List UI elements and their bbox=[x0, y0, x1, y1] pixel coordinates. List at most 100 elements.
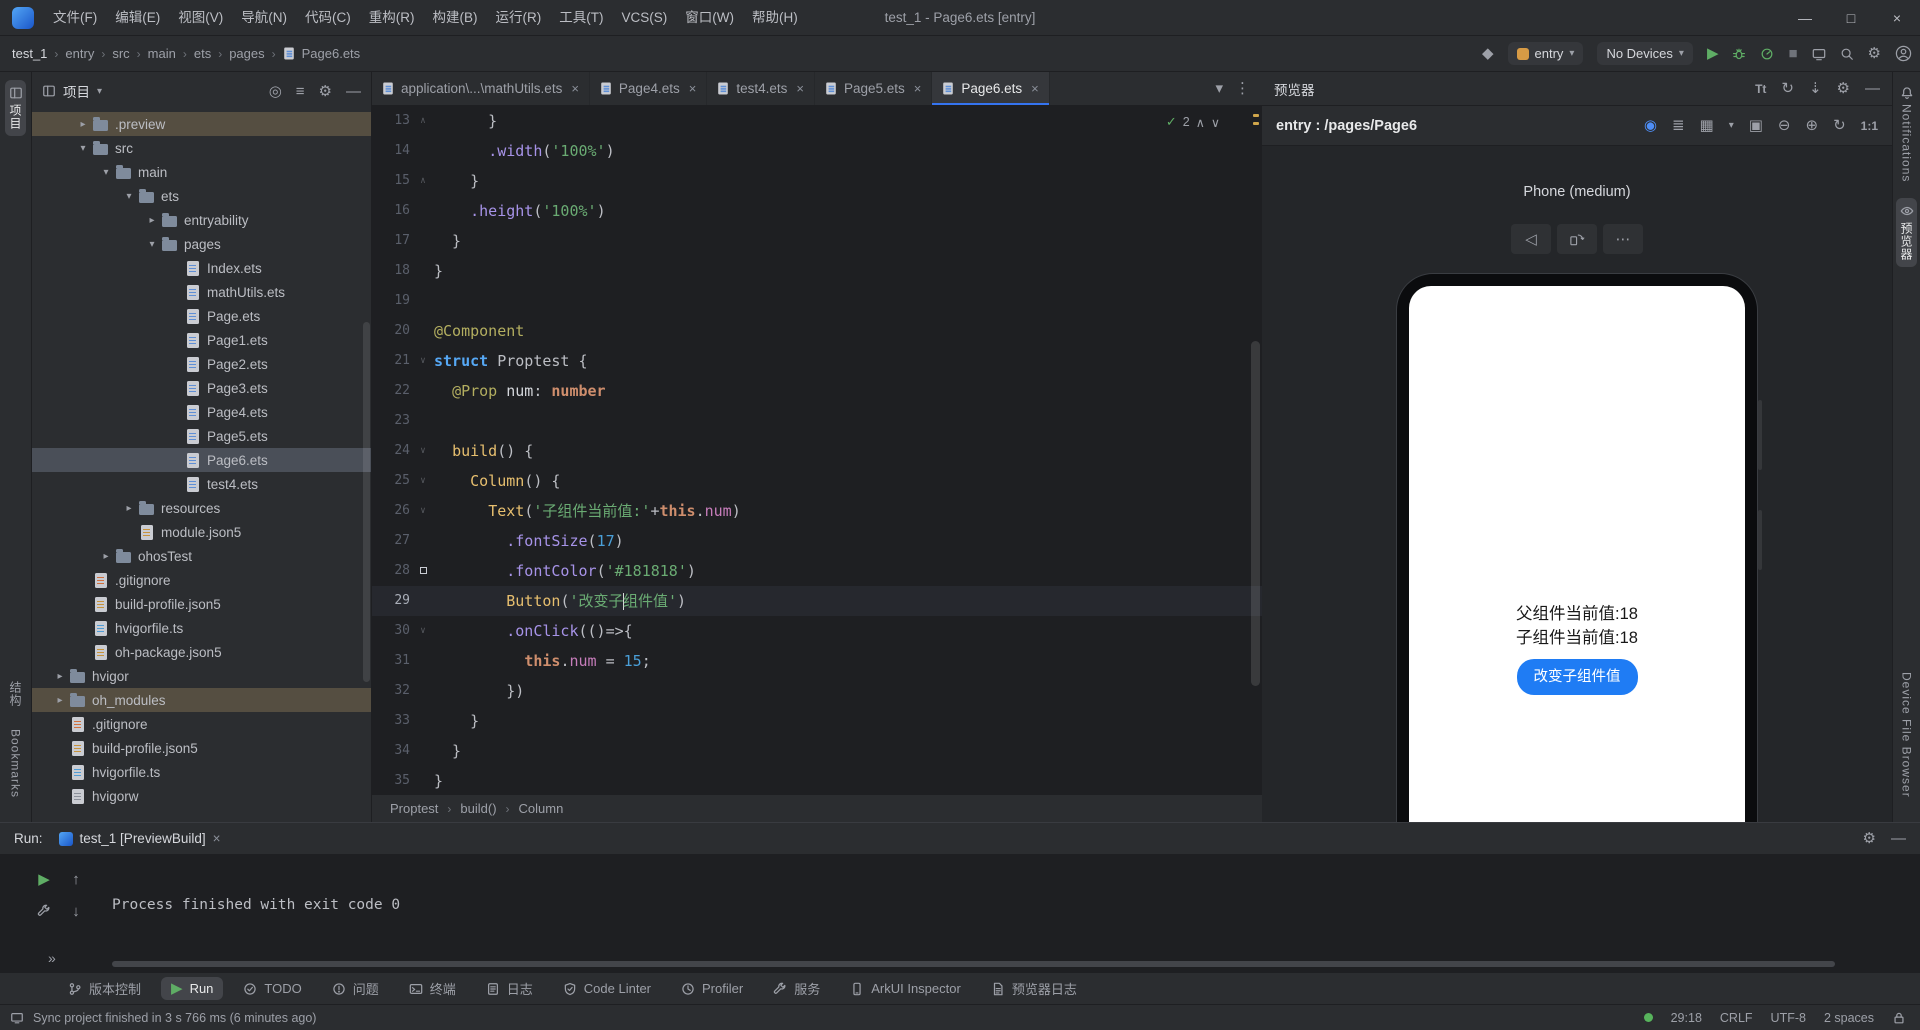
device-manager-icon[interactable] bbox=[1812, 47, 1826, 61]
tree-item-ets[interactable]: ▾ ets bbox=[32, 184, 371, 208]
collapse-all-icon[interactable]: ≡ bbox=[296, 84, 305, 99]
chevron-icon[interactable]: ▾ bbox=[120, 191, 138, 202]
profiler-button[interactable] bbox=[1760, 47, 1774, 61]
tree-item-ohosTest[interactable]: ▸ ohosTest bbox=[32, 544, 371, 568]
chevron-icon[interactable]: ▸ bbox=[143, 215, 161, 226]
hide-icon[interactable]: — bbox=[1891, 831, 1906, 846]
editor-breadcrumb-item[interactable]: Column bbox=[519, 801, 564, 816]
close-icon[interactable]: × bbox=[914, 81, 922, 96]
tool-window-button-日志[interactable]: 日志 bbox=[476, 975, 543, 1002]
code-line-30[interactable]: 30 ∨ .onClick(()=>{ bbox=[372, 616, 1262, 646]
code-line-28[interactable]: 28 .fontColor('#181818') bbox=[372, 556, 1262, 586]
stop-button[interactable]: ■ bbox=[1788, 46, 1797, 61]
more-h-button[interactable]: ⋯ bbox=[1603, 224, 1643, 254]
code-line-32[interactable]: 32 }) bbox=[372, 676, 1262, 706]
tool-window-button-服务[interactable]: 服务 bbox=[763, 975, 830, 1002]
chevron-icon[interactable]: ▸ bbox=[74, 119, 92, 130]
maximize-button[interactable]: □ bbox=[1828, 0, 1874, 36]
breadcrumb-item[interactable]: Page6.ets bbox=[302, 46, 361, 61]
code-line-22[interactable]: 22 @Prop num: number bbox=[372, 376, 1262, 406]
tree-item-mathUtils.ets[interactable]: mathUtils.ets bbox=[32, 280, 371, 304]
hide-icon[interactable]: — bbox=[1865, 81, 1880, 96]
code-line-20[interactable]: 20 @Component bbox=[372, 316, 1262, 346]
tab-Page4.ets[interactable]: Page4.ets × bbox=[590, 72, 708, 105]
close-icon[interactable]: × bbox=[689, 81, 697, 96]
menu-VCS[interactable]: VCS(S) bbox=[613, 0, 677, 36]
tab-Page5.ets[interactable]: Page5.ets × bbox=[815, 72, 933, 105]
tree-item-Page5.ets[interactable]: Page5.ets bbox=[32, 424, 371, 448]
menu-重构[interactable]: 重构(R) bbox=[360, 0, 424, 36]
editor-breadcrumb-item[interactable]: Proptest bbox=[390, 801, 438, 816]
gear-icon[interactable]: ⚙ bbox=[1837, 81, 1850, 96]
tree-item-oh_modules[interactable]: ▸ oh_modules bbox=[32, 688, 371, 712]
tool-window-button-Run[interactable]: ▶ Run bbox=[161, 977, 224, 1000]
chevron-icon[interactable]: ▸ bbox=[97, 551, 115, 562]
encoding[interactable]: UTF-8 bbox=[1771, 1011, 1806, 1025]
zoom-in-icon[interactable]: ⊕ bbox=[1806, 118, 1819, 133]
code-line-23[interactable]: 23 bbox=[372, 406, 1262, 436]
tool-switcher-icon[interactable] bbox=[10, 1011, 24, 1025]
tab-application\...\mathUtils.ets[interactable]: application\...\mathUtils.ets × bbox=[372, 72, 590, 105]
chevron-icon[interactable]: ▸ bbox=[51, 671, 69, 682]
warning-stripe-mark[interactable] bbox=[1253, 122, 1259, 125]
chevron-icon[interactable]: ▸ bbox=[51, 695, 69, 706]
menu-编辑[interactable]: 编辑(E) bbox=[106, 0, 169, 36]
tree-item-hvigorw[interactable]: hvigorw bbox=[32, 784, 371, 808]
grid-icon[interactable]: ▦ bbox=[1700, 118, 1714, 133]
next-problem-icon[interactable]: ∨ bbox=[1211, 115, 1220, 130]
code-line-17[interactable]: 17 } bbox=[372, 226, 1262, 256]
zoom-out-icon[interactable]: ⊖ bbox=[1778, 118, 1791, 133]
locate-icon[interactable]: ◎ bbox=[269, 84, 282, 99]
menu-文件[interactable]: 文件(F) bbox=[44, 0, 106, 36]
refresh-icon[interactable]: ↻ bbox=[1781, 81, 1794, 96]
run-tab[interactable]: test_1 [PreviewBuild] × bbox=[58, 831, 221, 846]
tree-item-Page2.ets[interactable]: Page2.ets bbox=[32, 352, 371, 376]
close-icon[interactable]: × bbox=[571, 81, 579, 96]
tool-window-button-终端[interactable]: 终端 bbox=[399, 975, 466, 1002]
chev-down-icon[interactable]: ▾ bbox=[1729, 120, 1734, 131]
tree-item-oh-package.json5[interactable]: oh-package.json5 bbox=[32, 640, 371, 664]
menu-代码[interactable]: 代码(C) bbox=[296, 0, 360, 36]
editor-scrollbar[interactable] bbox=[1251, 341, 1260, 686]
editor-breadcrumb-item[interactable]: build() bbox=[460, 801, 496, 816]
breadcrumb-item[interactable]: entry bbox=[65, 46, 94, 61]
tree-item-hvigorfile.ts[interactable]: hvigorfile.ts bbox=[32, 760, 371, 784]
avatar-icon[interactable] bbox=[1895, 45, 1912, 62]
debug-button[interactable] bbox=[1732, 47, 1746, 61]
chevron-icon[interactable]: ▾ bbox=[97, 167, 115, 178]
settings-icon[interactable]: ⚙ bbox=[1868, 46, 1881, 61]
tool-window-button-ArkUI Inspector[interactable]: ArkUI Inspector bbox=[840, 977, 971, 1000]
tree-item-entryability[interactable]: ▸ entryability bbox=[32, 208, 371, 232]
tool-window-Notifications[interactable]: Notifications bbox=[1898, 80, 1916, 188]
tree-item-Page.ets[interactable]: Page.ets bbox=[32, 304, 371, 328]
one-to-one-icon[interactable]: 1:1 bbox=[1861, 120, 1878, 132]
tool-window-预览器[interactable]: 预览器 bbox=[1896, 198, 1917, 268]
menu-工具[interactable]: 工具(T) bbox=[550, 0, 612, 36]
project-scrollbar[interactable] bbox=[363, 322, 370, 682]
code-line-21[interactable]: 21 ∨ struct Proptest { bbox=[372, 346, 1262, 376]
project-panel-title[interactable]: 项目 bbox=[63, 81, 90, 101]
tool-window-结构[interactable]: 结构 bbox=[5, 675, 26, 713]
collapse-icon[interactable]: ⇣ bbox=[1809, 81, 1822, 96]
close-icon[interactable]: × bbox=[1031, 81, 1039, 96]
tree-item-.gitignore[interactable]: .gitignore bbox=[32, 712, 371, 736]
code-editor[interactable]: 13 ∧ } 14 .width('100%') 15 ∧ } 16 .height('1… bbox=[372, 106, 1262, 794]
run-config-selector[interactable]: entry ▾ bbox=[1507, 42, 1584, 65]
rotate-device-button[interactable] bbox=[1557, 224, 1597, 254]
tree-item-Page3.ets[interactable]: Page3.ets bbox=[32, 376, 371, 400]
chev-down-icon[interactable]: ▾ bbox=[1215, 81, 1223, 96]
lock-icon[interactable] bbox=[1892, 1011, 1906, 1025]
frame-icon[interactable]: ▣ bbox=[1749, 118, 1763, 133]
tree-item-main[interactable]: ▾ main bbox=[32, 160, 371, 184]
caret-position[interactable]: 29:18 bbox=[1671, 1011, 1702, 1025]
tree-item-Page1.ets[interactable]: Page1.ets bbox=[32, 328, 371, 352]
close-icon[interactable]: × bbox=[796, 81, 804, 96]
tree-item-Index.ets[interactable]: Index.ets bbox=[32, 256, 371, 280]
code-line-14[interactable]: 14 .width('100%') bbox=[372, 136, 1262, 166]
chevron-icon[interactable]: ▾ bbox=[143, 239, 161, 250]
tab-test4.ets[interactable]: test4.ets × bbox=[707, 72, 815, 105]
toolbar-overflow-icon[interactable]: » bbox=[48, 950, 56, 966]
run-hscrollbar[interactable] bbox=[112, 961, 1835, 967]
tool-window-Bookmarks[interactable]: Bookmarks bbox=[7, 723, 25, 804]
close-icon[interactable]: × bbox=[213, 831, 221, 846]
